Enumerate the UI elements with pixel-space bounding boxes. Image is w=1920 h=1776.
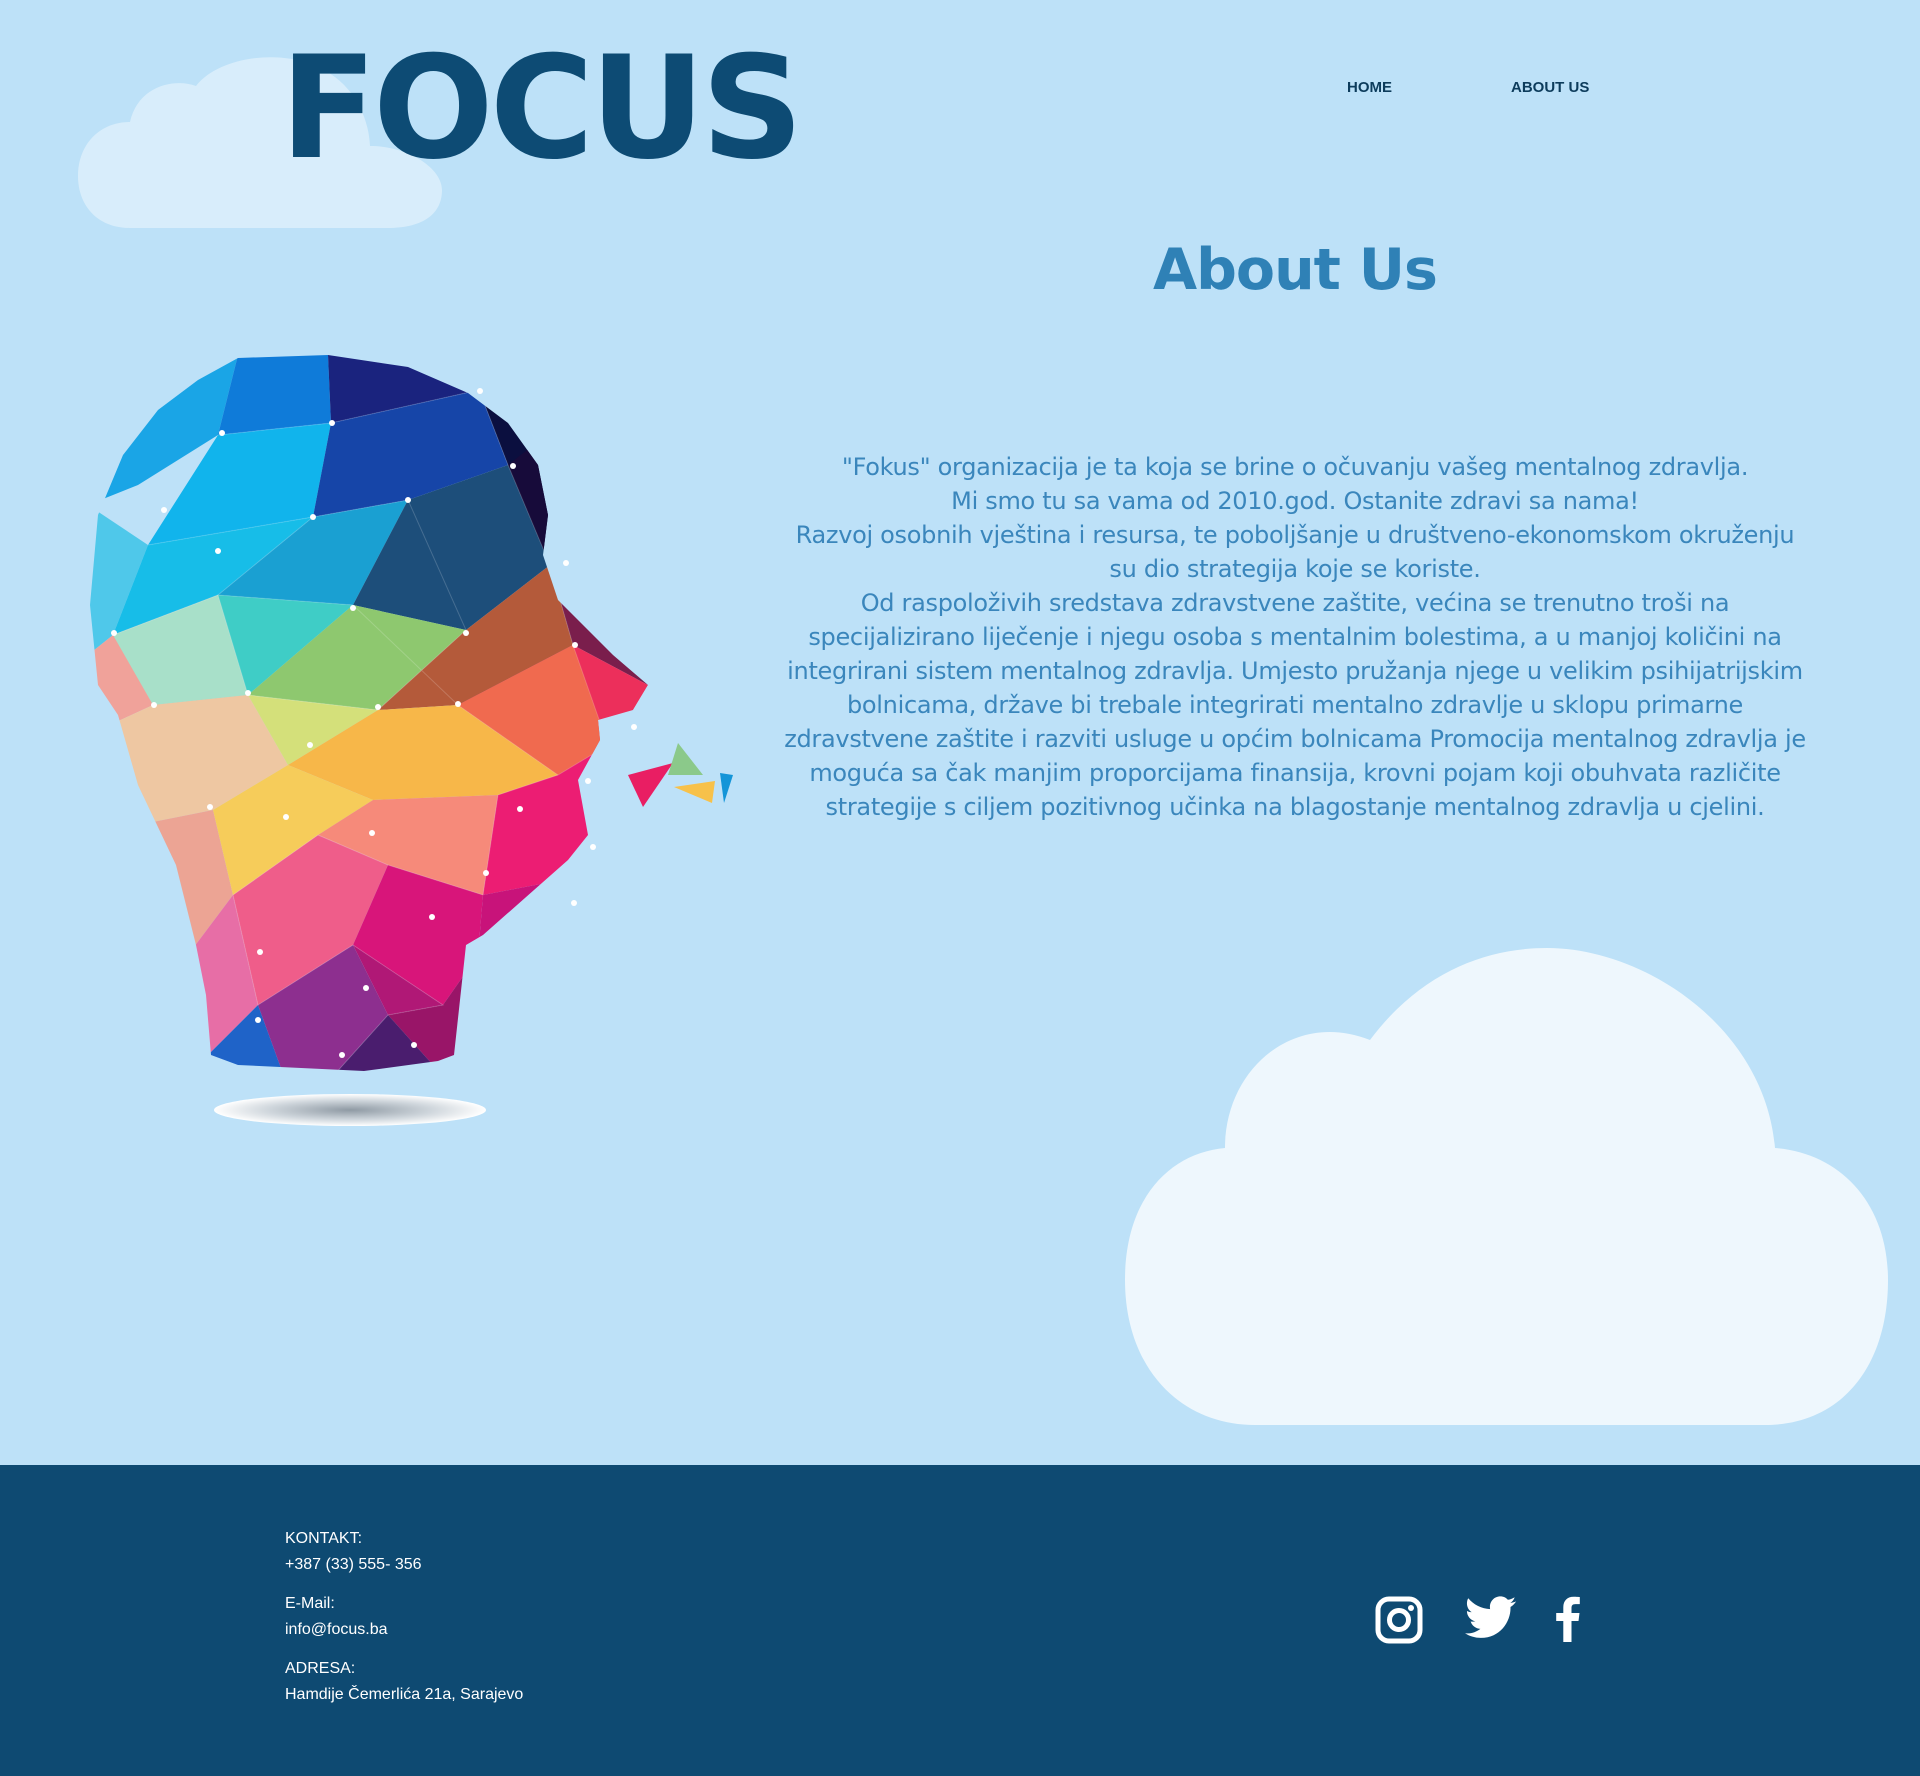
head-shadow	[214, 1094, 486, 1126]
address: Hamdije Čemerlića 21a, Sarajevo	[285, 1686, 524, 1703]
about-paragraph: Mi smo tu sa vama od 2010.god. Ostanite …	[951, 487, 1639, 515]
phone-number[interactable]: +387 (33) 555- 356	[285, 1552, 523, 1578]
email-address[interactable]: info@focus.ba	[285, 1617, 523, 1643]
nav-about-link[interactable]: ABOUT US	[1511, 79, 1589, 96]
about-paragraph: "Fokus" organizacija je ta koja se brine…	[841, 453, 1749, 481]
site-footer: KONTAKT: +387 (33) 555- 356 E-Mail: info…	[0, 1465, 1920, 1776]
nav-home-link[interactable]: HOME	[1347, 79, 1392, 96]
contact-label: KONTAKT:	[285, 1530, 363, 1547]
site-logo[interactable]: FOCUS	[280, 38, 804, 180]
email-label: E-Mail:	[285, 1595, 335, 1612]
page-title: About Us	[1153, 237, 1438, 303]
about-paragraph: Razvoj osobnih vještina i resursa, te po…	[795, 521, 1795, 583]
speech-fragment-yellow	[674, 781, 715, 803]
speech-fragment-blue	[720, 773, 733, 803]
twitter-icon[interactable]	[1465, 1596, 1517, 1640]
about-paragraph: Od raspoloživih sredstava zdravstvene za…	[784, 589, 1806, 821]
speech-fragment-red	[628, 763, 673, 807]
polygon-head-illustration	[90, 355, 733, 1126]
instagram-icon[interactable]	[1375, 1596, 1423, 1644]
contact-info: KONTAKT: +387 (33) 555- 356 E-Mail: info…	[285, 1526, 523, 1721]
facebook-icon[interactable]	[1552, 1596, 1582, 1642]
address-label: ADRESA:	[285, 1660, 356, 1677]
cloud-bottom-right	[1125, 948, 1888, 1425]
about-text: "Fokus" organizacija je ta koja se brine…	[780, 450, 1810, 824]
speech-fragment-green	[668, 743, 703, 775]
